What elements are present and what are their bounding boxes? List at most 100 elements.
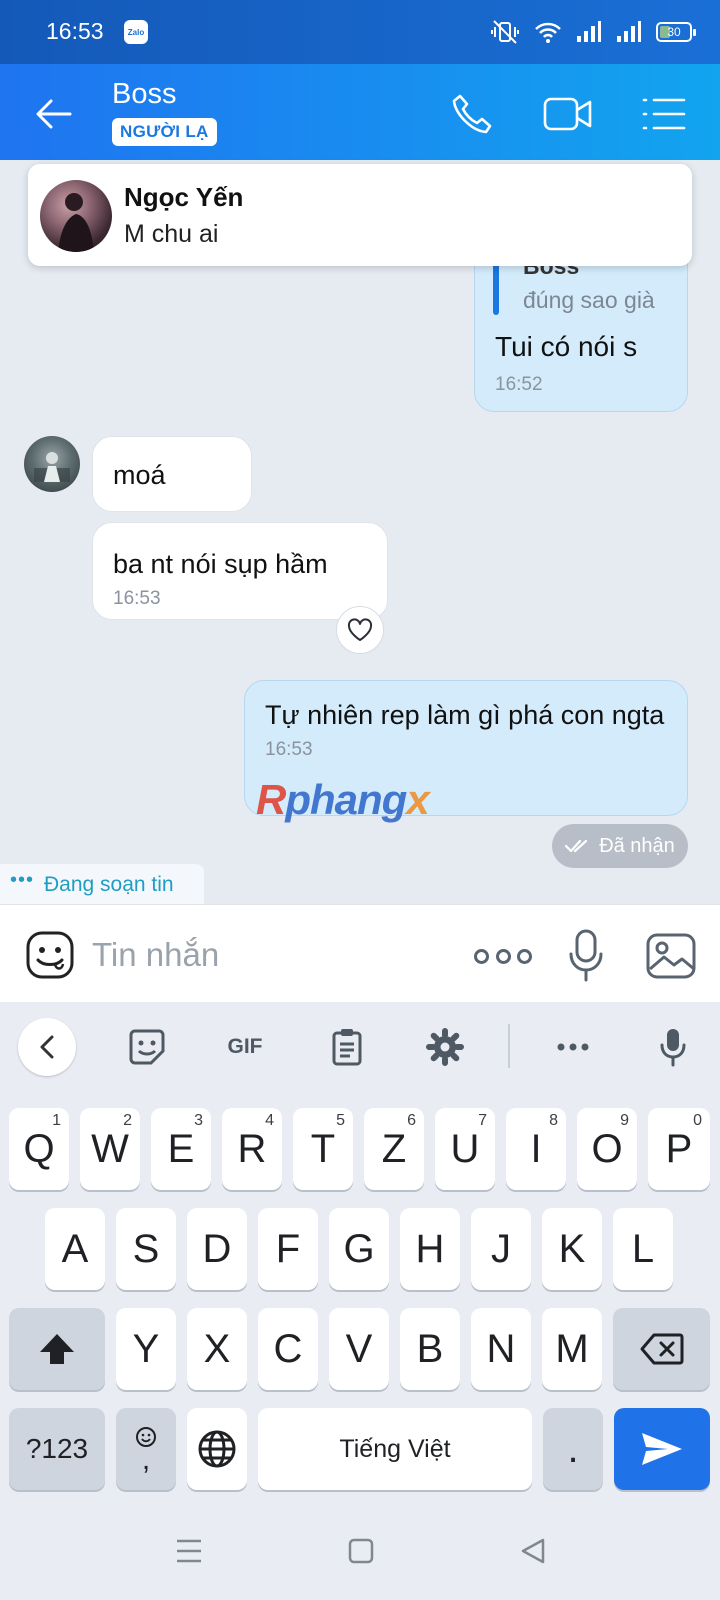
key-d[interactable]: D xyxy=(187,1208,247,1290)
video-call-button[interactable] xyxy=(540,86,596,142)
period-key[interactable]: . xyxy=(543,1408,603,1490)
key-g[interactable]: G xyxy=(329,1208,389,1290)
react-button[interactable] xyxy=(336,606,384,654)
clipboard-icon xyxy=(332,1029,362,1066)
key-m[interactable]: M xyxy=(542,1308,602,1390)
gif-key[interactable]: GIF xyxy=(220,1022,270,1072)
chat-screen: 16:53 Zalo 30 Boss NGƯỜI LẠ Boss đúng sa… xyxy=(0,0,720,1600)
symbols-key[interactable]: ?123 xyxy=(9,1408,105,1490)
key-x[interactable]: X xyxy=(187,1308,247,1390)
key-u[interactable]: U7 xyxy=(435,1108,495,1190)
microphone-icon xyxy=(660,1029,686,1067)
voice-input-key[interactable] xyxy=(648,1022,698,1072)
shift-key[interactable] xyxy=(9,1308,105,1390)
battery-icon: 30 xyxy=(656,22,696,42)
person-silhouette-icon xyxy=(58,193,94,252)
message-input[interactable] xyxy=(92,927,442,983)
key-r[interactable]: R4 xyxy=(222,1108,282,1190)
menu-button[interactable] xyxy=(636,86,692,142)
key-b[interactable]: B xyxy=(400,1308,460,1390)
message-time: 16:53 xyxy=(265,739,313,760)
image-picker-button[interactable] xyxy=(644,929,698,983)
clipboard-key[interactable] xyxy=(322,1022,372,1072)
key-k[interactable]: K xyxy=(542,1208,602,1290)
key-f[interactable]: F xyxy=(258,1208,318,1290)
backspace-icon xyxy=(640,1333,683,1365)
delivery-status-text: Đã nhận xyxy=(599,834,675,857)
gear-icon xyxy=(426,1028,464,1066)
recent-apps-button[interactable] xyxy=(164,1526,214,1576)
voice-call-button[interactable] xyxy=(444,86,500,142)
message-notification-popup[interactable]: Ngọc Yến M chu ai xyxy=(28,164,692,266)
chevron-left-icon xyxy=(40,1035,54,1059)
signal-icon xyxy=(577,21,601,42)
collapse-toolbar-button[interactable] xyxy=(18,1018,76,1076)
toolbar-divider xyxy=(508,1024,510,1068)
quote-text: đúng sao già xyxy=(523,287,655,313)
contact-name[interactable]: Boss xyxy=(112,78,176,111)
key-j[interactable]: J xyxy=(471,1208,531,1290)
incoming-message[interactable]: ba nt nói sụp hầm 16:53 xyxy=(92,522,388,620)
key-p[interactable]: P0 xyxy=(648,1108,710,1190)
smiley-sticker-icon xyxy=(26,931,74,979)
sticker-button[interactable] xyxy=(24,929,76,981)
more-key[interactable] xyxy=(548,1022,598,1072)
notification-message: M chu ai xyxy=(124,220,219,248)
back-button[interactable] xyxy=(26,86,82,142)
backspace-key[interactable] xyxy=(613,1308,710,1390)
key-t[interactable]: T5 xyxy=(293,1108,353,1190)
key-i[interactable]: I8 xyxy=(506,1108,566,1190)
key-o[interactable]: O9 xyxy=(577,1108,637,1190)
shift-arrow-icon xyxy=(40,1334,74,1364)
message-text: ba nt nói sụp hầm xyxy=(113,549,328,579)
back-nav-button[interactable] xyxy=(508,1526,558,1576)
phone-icon xyxy=(452,94,492,134)
key-s[interactable]: S xyxy=(116,1208,176,1290)
double-check-icon xyxy=(565,839,588,853)
status-bar: 16:53 Zalo 30 xyxy=(0,0,720,64)
message-composer xyxy=(0,904,720,1002)
space-key[interactable]: Tiếng Việt xyxy=(258,1408,532,1490)
zalo-notification-icon: Zalo xyxy=(124,20,148,44)
send-key[interactable] xyxy=(614,1408,710,1490)
key-a[interactable]: A xyxy=(45,1208,105,1290)
key-e[interactable]: E3 xyxy=(151,1108,211,1190)
sticker-key[interactable] xyxy=(122,1022,172,1072)
globe-icon xyxy=(198,1430,236,1468)
typing-dots-icon: ••• xyxy=(10,868,35,891)
more-dots-icon xyxy=(557,1043,589,1051)
key-z[interactable]: Z6 xyxy=(364,1108,424,1190)
square-home-icon xyxy=(348,1538,374,1564)
battery-level: 30 xyxy=(667,25,681,39)
message-text: Tự nhiên rep làm gì phá con ngta xyxy=(265,700,665,730)
keyboard-toolbar: GIF xyxy=(0,1002,720,1092)
chat-header: Boss NGƯỜI LẠ xyxy=(0,64,720,160)
key-y[interactable]: Y xyxy=(116,1308,176,1390)
signal-icon-2 xyxy=(617,21,641,42)
reply-text: Tui có nói s xyxy=(495,331,638,362)
language-key[interactable] xyxy=(187,1408,247,1490)
typing-text: Đang soạn tin xyxy=(44,873,174,896)
message-text: moá xyxy=(113,460,166,490)
key-h[interactable]: H xyxy=(400,1208,460,1290)
settings-key[interactable] xyxy=(420,1022,470,1072)
emoji-comma-key[interactable]: , xyxy=(116,1408,176,1490)
delivery-status-badge: Đã nhận xyxy=(552,824,688,868)
key-n[interactable]: N xyxy=(471,1308,531,1390)
typing-indicator: ••• Đang soạn tin xyxy=(0,864,204,906)
key-c[interactable]: C xyxy=(258,1308,318,1390)
comma-label: , xyxy=(141,1443,151,1476)
key-w[interactable]: W2 xyxy=(80,1108,140,1190)
image-icon xyxy=(646,933,696,979)
key-v[interactable]: V xyxy=(329,1308,389,1390)
key-l[interactable]: L xyxy=(613,1208,673,1290)
home-button[interactable] xyxy=(336,1526,386,1576)
voice-message-button[interactable] xyxy=(564,927,608,985)
incoming-message[interactable]: moá xyxy=(92,436,252,512)
vibrate-mute-icon xyxy=(491,20,519,44)
key-q[interactable]: Q1 xyxy=(9,1108,69,1190)
avatar xyxy=(40,180,112,252)
message-time: 16:52 xyxy=(495,374,543,395)
more-options-button[interactable] xyxy=(474,939,532,973)
avatar[interactable] xyxy=(24,436,80,492)
